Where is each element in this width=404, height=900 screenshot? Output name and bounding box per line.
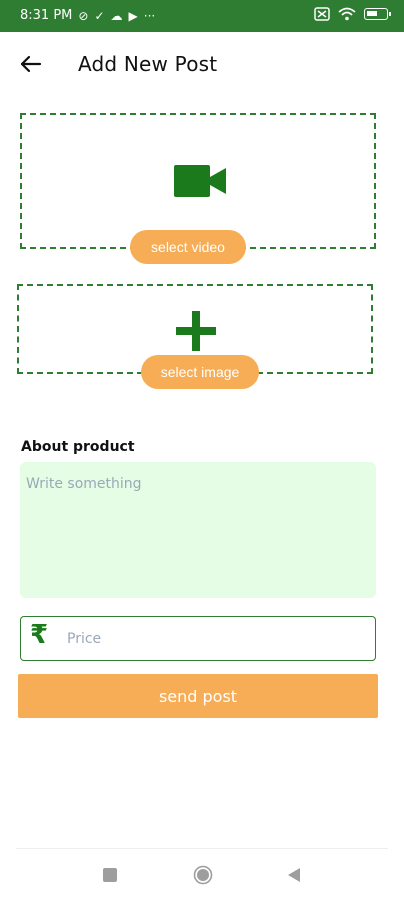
send-post-button[interactable]: send post xyxy=(18,674,378,718)
select-video-button[interactable]: select video xyxy=(130,230,246,264)
plus-icon xyxy=(176,311,216,351)
youtube-icon: ▶ xyxy=(128,8,138,23)
status-time: 8:31 PM xyxy=(20,8,73,23)
cloud-icon: ☁ xyxy=(110,8,123,23)
back-icon[interactable] xyxy=(286,866,302,884)
status-right xyxy=(314,7,391,21)
data-saver-icon: ⊘ xyxy=(78,8,89,23)
sim-off-icon xyxy=(314,7,330,21)
page-title: Add New Post xyxy=(78,52,218,76)
system-nav-bar xyxy=(0,850,404,900)
about-product-label: About product xyxy=(21,439,135,455)
recent-apps-icon[interactable] xyxy=(103,868,117,882)
rupee-icon: ₹ xyxy=(30,620,49,650)
status-left: 8:31 PM ⊘ ✓ ☁ ▶ ··· xyxy=(20,8,155,23)
price-input[interactable] xyxy=(65,623,359,655)
wifi-icon xyxy=(338,7,356,21)
price-field[interactable]: ₹ xyxy=(20,616,376,661)
status-bar: 8:31 PM ⊘ ✓ ☁ ▶ ··· xyxy=(0,0,404,32)
select-image-button[interactable]: select image xyxy=(141,355,259,389)
home-icon[interactable] xyxy=(193,865,213,885)
arrow-left-icon[interactable] xyxy=(18,50,46,78)
video-picker-box[interactable] xyxy=(20,113,376,249)
about-product-textarea[interactable] xyxy=(20,462,376,598)
check-icon: ✓ xyxy=(94,8,105,23)
battery-icon xyxy=(364,8,391,20)
nav-divider xyxy=(16,848,388,849)
app-bar: Add New Post xyxy=(0,32,404,96)
video-camera-icon xyxy=(174,165,226,197)
more-dots-icon: ··· xyxy=(143,8,156,23)
